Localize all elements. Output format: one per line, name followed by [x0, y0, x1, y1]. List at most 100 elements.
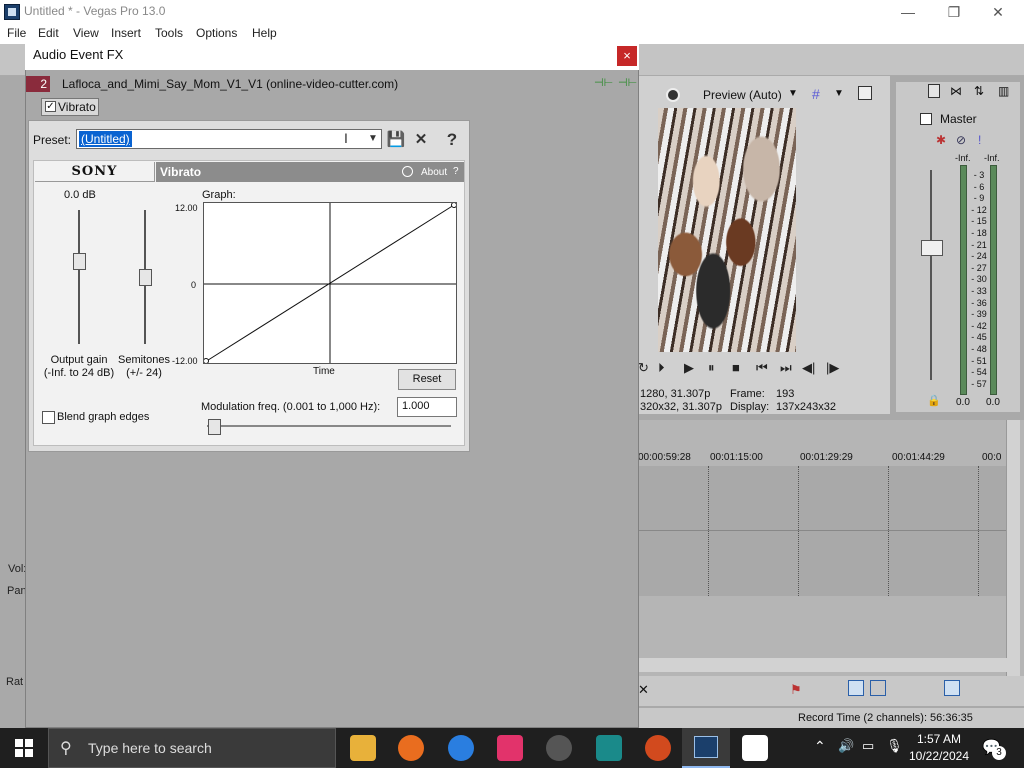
auto-ripple-icon[interactable]: [944, 680, 960, 696]
save-preset-icon[interactable]: 💾: [386, 130, 406, 150]
start-button[interactable]: [0, 728, 48, 768]
menu-options[interactable]: Options: [196, 26, 237, 40]
chrome-icon[interactable]: [448, 735, 474, 761]
menu-tools[interactable]: Tools: [155, 26, 183, 40]
master-solo-icon[interactable]: !: [978, 133, 981, 147]
go-to-end-icon[interactable]: ⏭: [780, 360, 792, 376]
menu-edit[interactable]: Edit: [38, 26, 59, 40]
master-lock-icon[interactable]: 🔒: [927, 394, 941, 407]
master-downmix-icon[interactable]: ⇅: [974, 84, 984, 98]
media-app-icon[interactable]: [645, 735, 671, 761]
plugin-chain-icon[interactable]: ⊣⊢: [594, 76, 613, 89]
menu-insert[interactable]: Insert: [111, 26, 141, 40]
play-from-start-icon[interactable]: ⏵: [658, 360, 665, 376]
master-fx-icon[interactable]: ⋈: [950, 84, 962, 98]
track-header-strip: Vol: Pan: Rat: [0, 76, 30, 728]
modulation-freq-slider-track[interactable]: [207, 425, 451, 427]
meter-tick-label: - 39: [971, 309, 987, 320]
envelope-edit-tool-icon[interactable]: [870, 680, 886, 696]
semitones-slider-thumb[interactable]: [139, 269, 152, 286]
volume-icon[interactable]: 🔊: [838, 738, 854, 754]
vegas-app-icon: [4, 4, 20, 20]
network-icon[interactable]: ▭: [862, 738, 874, 754]
timeline-horizontal-scrollbar[interactable]: [638, 658, 1008, 672]
timeline-ruler[interactable]: 00:00:59:28 00:01:15:00 00:01:29:29 00:0…: [638, 448, 1010, 466]
preset-value[interactable]: (Untitled): [79, 131, 132, 147]
master-dim-icon[interactable]: ▥: [998, 84, 1009, 98]
graph-start-node[interactable]: [204, 358, 209, 364]
security-shield-icon[interactable]: [742, 735, 768, 761]
preview-quality-dropdown[interactable]: Preview (Auto): [703, 88, 782, 102]
cut-icon[interactable]: ✕: [638, 682, 649, 698]
menu-file[interactable]: File: [7, 26, 26, 40]
plugin-tab-label: Vibrato: [58, 100, 96, 114]
master-bus-icon: [920, 113, 932, 125]
pause-icon[interactable]: ⏸: [708, 360, 715, 376]
event-name: Lafloca_and_Mimi_Say_Mom_V1_V1 (online-v…: [62, 77, 399, 91]
dialog-title: Audio Event FX: [33, 47, 124, 62]
preview-record-icon[interactable]: [666, 88, 680, 102]
maximize-button[interactable]: ❐: [934, 2, 974, 22]
master-fx-gear-icon[interactable]: ✱: [936, 133, 946, 147]
go-to-start-icon[interactable]: ⏮: [756, 360, 768, 376]
meter-tick-label: - 18: [971, 228, 987, 238]
grid-overlay-icon[interactable]: #: [812, 86, 820, 102]
overlay-chevron-icon[interactable]: ▼: [834, 88, 844, 99]
timeline-gridline: [978, 466, 979, 596]
blend-graph-edges-checkbox[interactable]: [42, 411, 55, 424]
master-properties-icon[interactable]: [928, 84, 940, 98]
modulation-freq-input[interactable]: 1.000: [397, 397, 457, 417]
plugin-mini-help[interactable]: ?: [453, 166, 459, 177]
preset-chevron-down-icon[interactable]: ▼: [366, 130, 380, 148]
track-divider: [638, 530, 1010, 531]
menu-help[interactable]: Help: [252, 26, 277, 40]
output-gain-slider-track[interactable]: [78, 210, 80, 344]
timeline-vertical-scrollbar[interactable]: [1006, 420, 1020, 676]
play-icon[interactable]: ▶: [684, 360, 694, 376]
modulation-graph[interactable]: [203, 202, 457, 364]
tray-date[interactable]: 10/22/2024: [906, 749, 972, 763]
loop-icon[interactable]: ↻: [638, 360, 649, 376]
plugin-enabled-checkbox[interactable]: ✓: [45, 101, 56, 112]
tray-chevron-up-icon[interactable]: ⌃: [814, 738, 826, 755]
modulation-freq-slider-thumb[interactable]: [208, 419, 221, 435]
transport-controls: ↻ ⏵ ▶ ⏸ ■ ⏮ ⏭ ◀| |▶: [638, 360, 890, 378]
remove-plugin-icon[interactable]: ⊣⊢: [618, 76, 637, 89]
plugin-tab-vibrato[interactable]: ✓ Vibrato: [41, 98, 99, 116]
graph-end-node[interactable]: [451, 203, 457, 208]
delete-preset-icon[interactable]: ✕: [411, 130, 431, 150]
track-area[interactable]: [638, 466, 1010, 596]
preview-quality-chevron-icon[interactable]: ▼: [788, 88, 798, 99]
previous-frame-icon[interactable]: ◀|: [802, 360, 815, 376]
menu-view[interactable]: View: [73, 26, 99, 40]
output-gain-slider-thumb[interactable]: [73, 253, 86, 270]
downloader-icon[interactable]: [497, 735, 523, 761]
master-mute-icon[interactable]: ⊘: [956, 133, 966, 147]
obs-icon[interactable]: [546, 735, 572, 761]
marker-icon[interactable]: ⚑: [790, 682, 802, 698]
minimize-button[interactable]: —: [888, 2, 928, 22]
dialog-close-button[interactable]: ×: [617, 46, 637, 66]
timeline-gridline: [798, 466, 799, 596]
taskbar-search-placeholder[interactable]: Type here to search: [88, 740, 212, 756]
about-link[interactable]: About: [421, 167, 447, 178]
next-frame-icon[interactable]: |▶: [826, 360, 839, 376]
close-window-button[interactable]: ✕: [978, 2, 1018, 22]
normal-edit-tool-icon[interactable]: [848, 680, 864, 696]
bypass-icon[interactable]: [402, 166, 413, 177]
microphone-icon[interactable]: 🎙: [886, 738, 903, 754]
copy-snapshot-icon[interactable]: [858, 86, 872, 100]
plugin-help-button[interactable]: ?: [442, 130, 462, 150]
reset-button[interactable]: Reset: [398, 369, 456, 390]
text-cursor-icon: I: [344, 130, 348, 146]
vs-icon[interactable]: [596, 735, 622, 761]
file-explorer-icon[interactable]: [350, 735, 376, 761]
firefox-icon[interactable]: [398, 735, 424, 761]
master-fader-track[interactable]: [930, 170, 932, 380]
tray-time[interactable]: 1:57 AM: [906, 732, 972, 746]
master-fader-thumb[interactable]: [921, 240, 943, 256]
stop-icon[interactable]: ■: [732, 360, 740, 375]
graph-canvas: [204, 203, 456, 363]
ruler-time-3: 00:01:29:29: [800, 452, 853, 463]
vegas-taskbar-button[interactable]: [682, 728, 730, 768]
